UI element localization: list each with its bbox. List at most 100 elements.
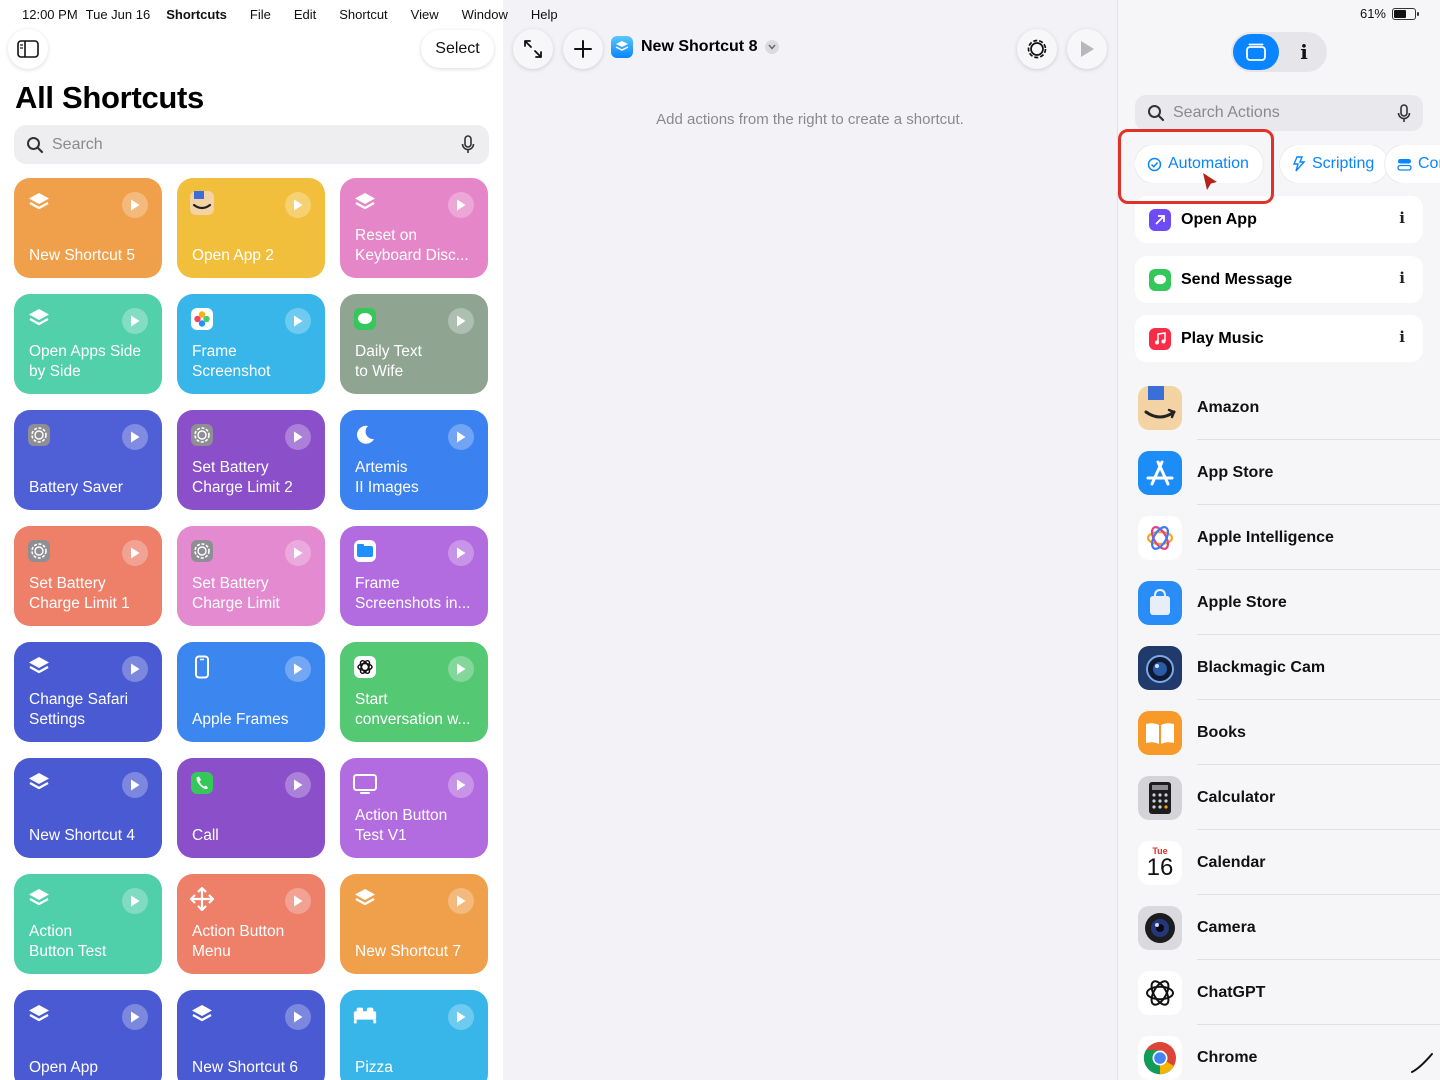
play-icon[interactable] [122,772,148,798]
play-icon[interactable] [122,888,148,914]
category-chip-controls[interactable]: Controls [1385,145,1440,183]
shortcut-tile[interactable]: Set Battery Charge Limit [177,526,325,626]
play-icon[interactable] [448,192,474,218]
play-icon[interactable] [448,424,474,450]
shortcut-tile[interactable]: Set Battery Charge Limit 1 [14,526,162,626]
play-icon[interactable] [122,656,148,682]
shortcut-tile[interactable]: Call [177,758,325,858]
shortcut-tile[interactable]: Change Safari Settings [14,642,162,742]
shortcut-editor-pane: New Shortcut 8 Add actions from the righ… [503,0,1117,1080]
microphone-icon[interactable] [461,135,475,154]
category-chip-scripting[interactable]: Scripting [1280,145,1389,183]
app-list-item[interactable]: Books [1138,700,1440,765]
info-icon[interactable]: i [1399,328,1405,346]
shortcut-tile[interactable]: Open Apps Side by Side [14,294,162,394]
info-tab[interactable]: i [1283,34,1325,70]
play-icon[interactable] [122,540,148,566]
app-list-item[interactable]: ChatGPT [1138,960,1440,1025]
shortcut-tile[interactable]: Action Button Test [14,874,162,974]
shortcut-tile[interactable]: Daily Text to Wife [340,294,488,394]
play-icon[interactable] [448,1004,474,1030]
search-actions-field[interactable]: Search Actions [1135,95,1423,131]
shortcut-tile[interactable]: Battery Saver [14,410,162,510]
apple-store-icon [1138,580,1182,625]
shortcut-tile[interactable]: Frame Screenshots in... [340,526,488,626]
camera-icon [1138,905,1182,950]
run-button[interactable] [1067,29,1107,69]
search-actions-placeholder: Search Actions [1173,104,1280,121]
play-icon[interactable] [448,772,474,798]
play-icon[interactable] [285,192,311,218]
play-icon[interactable] [448,308,474,334]
menu-edit[interactable]: Edit [294,7,316,22]
shortcut-title-menu[interactable]: New Shortcut 8 [611,36,780,58]
play-icon[interactable] [285,888,311,914]
play-icon[interactable] [448,540,474,566]
settings-icon [189,422,215,448]
shortcut-tile[interactable]: Start conversation w... [340,642,488,742]
moon-icon [352,422,378,448]
expand-button[interactable] [513,29,553,69]
menu-shortcut[interactable]: Shortcut [339,7,387,22]
shortcut-tile[interactable]: Set Battery Charge Limit 2 [177,410,325,510]
play-icon[interactable] [122,308,148,334]
app-list-item[interactable]: Apple Store [1138,570,1440,635]
app-list-item[interactable]: Camera [1138,895,1440,960]
shortcut-tile[interactable]: Action Button Menu [177,874,325,974]
shortcut-tile[interactable]: Action Button Test V1 [340,758,488,858]
shortcuts-library-pane: Select All Shortcuts Search New Shortcut… [0,0,503,1080]
play-icon[interactable] [448,888,474,914]
app-list-item[interactable]: App Store [1138,440,1440,505]
menu-file[interactable]: File [250,7,271,22]
app-list-item[interactable]: Amazon [1138,375,1440,440]
app-list-item[interactable]: Calculator [1138,765,1440,830]
menu-window[interactable]: Window [462,7,508,22]
shortcut-tile[interactable]: Open App 2 [177,178,325,278]
shortcut-tile[interactable]: New Shortcut 5 [14,178,162,278]
play-icon[interactable] [285,772,311,798]
microphone-icon[interactable] [1397,104,1411,123]
suggested-action-play-music[interactable]: Play Music i [1135,315,1423,362]
shortcut-tile[interactable]: Reset on Keyboard Disc... [340,178,488,278]
shortcut-tile[interactable]: New Shortcut 7 [340,874,488,974]
info-icon[interactable]: i [1399,209,1405,227]
play-icon[interactable] [285,424,311,450]
suggested-action-send-message[interactable]: Send Message i [1135,256,1423,303]
info-icon[interactable]: i [1399,269,1405,287]
library-tab[interactable] [1233,34,1279,70]
music-icon [1149,327,1171,350]
play-icon[interactable] [122,424,148,450]
menu-app-name[interactable]: Shortcuts [166,7,227,22]
app-list-item[interactable]: Tue 16 Calendar [1138,830,1440,895]
play-icon[interactable] [122,1004,148,1030]
play-icon[interactable] [122,192,148,218]
shortcut-tile[interactable]: New Shortcut 4 [14,758,162,858]
play-icon[interactable] [285,656,311,682]
sidebar-toggle-button[interactable] [8,29,48,69]
play-icon[interactable] [285,540,311,566]
play-icon[interactable] [448,656,474,682]
app-list-item[interactable]: Chrome [1138,1025,1440,1080]
layers-icon [26,654,52,680]
shortcut-tile[interactable]: Frame Screenshot [177,294,325,394]
shortcut-tile[interactable]: New Shortcut 6 [177,990,325,1080]
play-icon[interactable] [285,308,311,334]
shortcut-name: Set Battery Charge Limit 2 [192,459,293,496]
shortcuts-search-field[interactable]: Search [14,125,489,164]
menu-view[interactable]: View [411,7,439,22]
panel-segment-control: i [1231,32,1327,72]
app-list-item[interactable]: Blackmagic Cam [1138,635,1440,700]
shortcut-tile[interactable]: Artemis II Images [340,410,488,510]
shortcut-settings-button[interactable] [1017,29,1057,69]
shortcut-tile[interactable]: Open App [14,990,162,1080]
shortcut-name: Change Safari Settings [29,691,129,728]
menu-help[interactable]: Help [531,7,558,22]
settings-icon [26,538,52,564]
add-button[interactable] [563,29,603,69]
play-icon[interactable] [285,1004,311,1030]
select-button[interactable]: Select [421,30,494,68]
shortcut-tile[interactable]: Pizza [340,990,488,1080]
shortcut-tile[interactable]: Apple Frames [177,642,325,742]
app-list-item[interactable]: Apple Intelligence [1138,505,1440,570]
layers-icon [352,886,378,912]
